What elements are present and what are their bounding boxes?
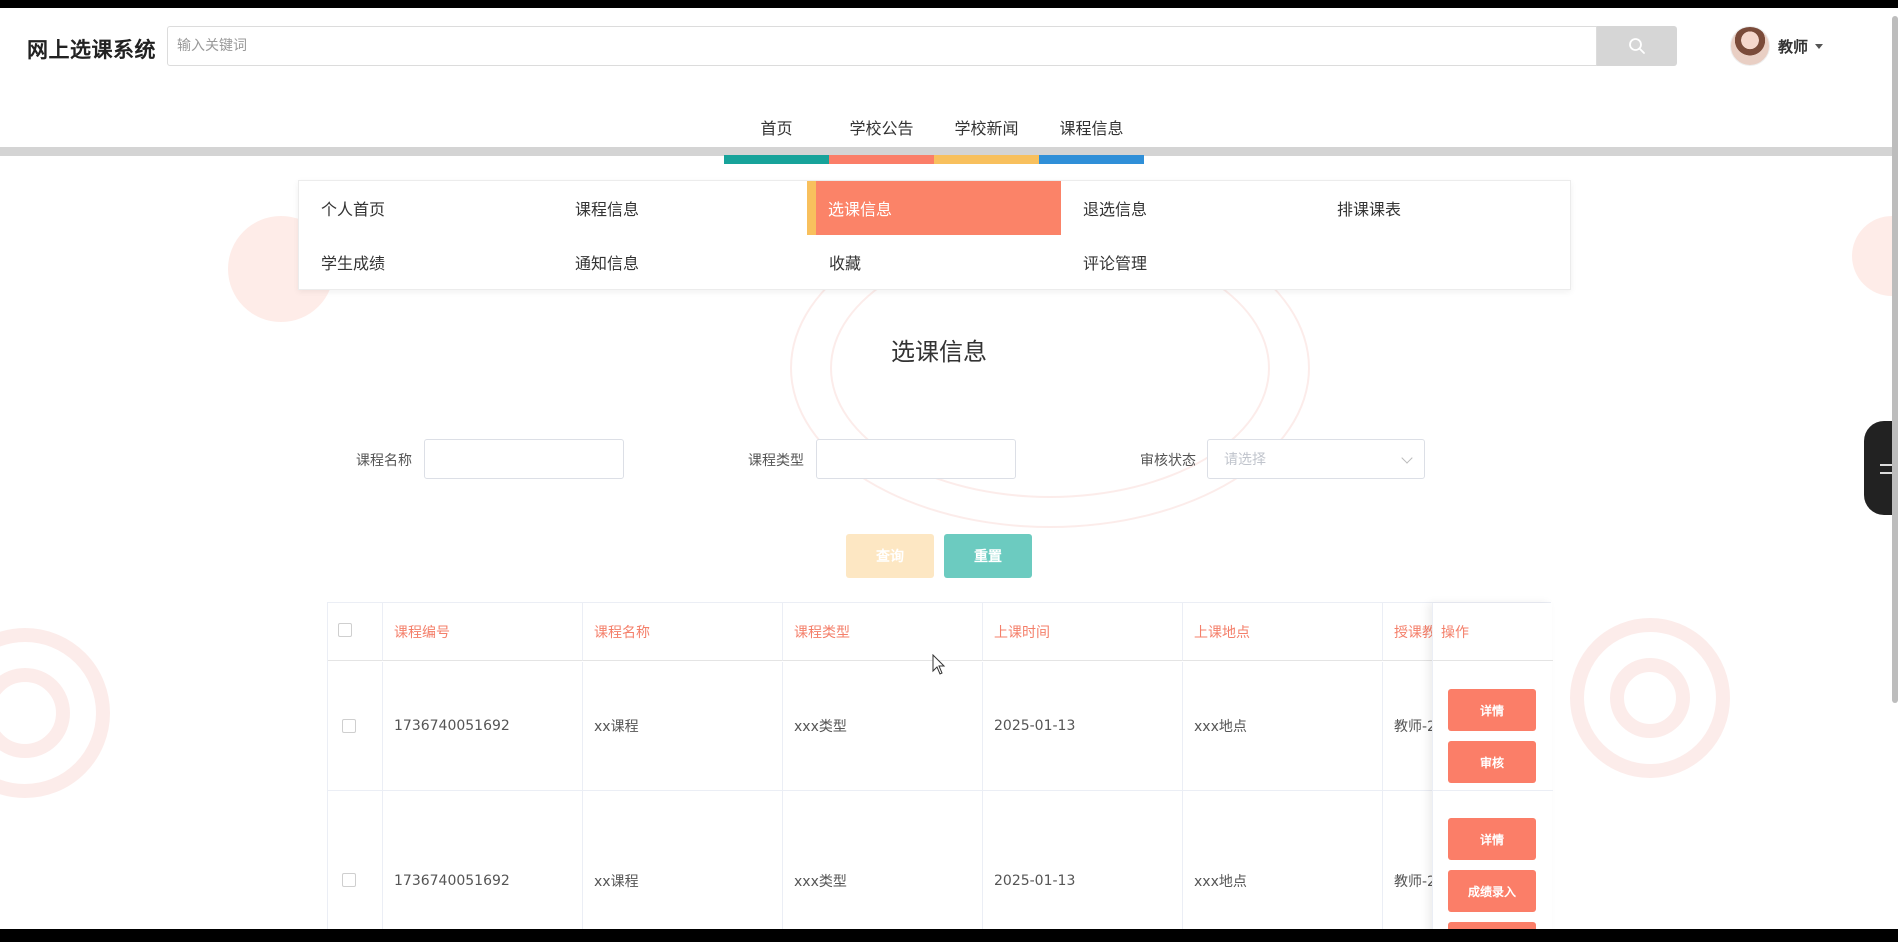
topnav-underline (1039, 155, 1144, 164)
course-name-label: 课程名称 (356, 453, 412, 469)
search-button[interactable] (1597, 26, 1677, 66)
table-cell: xx课程 (583, 791, 783, 929)
grade-entry-button[interactable]: 成绩录入 (1448, 870, 1536, 912)
topnav-underline (829, 155, 934, 164)
topnav-news[interactable]: 学校新闻 (934, 106, 1039, 164)
table-cell: xxx类型 (783, 791, 983, 929)
menu-item-withdraw[interactable]: 退选信息 (1061, 181, 1315, 235)
topnav-label: 首页 (760, 119, 793, 138)
header: 网上选课系统 教师 (0, 8, 1898, 88)
audit-status-select[interactable]: 请选择 (1207, 439, 1425, 479)
search-box[interactable] (167, 26, 1597, 66)
table-cell: xxx地点 (1183, 791, 1383, 929)
column-header[interactable]: 课程名称 (583, 603, 783, 661)
table-cell: xxx类型 (783, 662, 983, 790)
topnav-label: 课程信息 (1059, 119, 1124, 138)
topnav-home[interactable]: 首页 (724, 106, 829, 164)
select-all-cell (328, 603, 383, 661)
table-cell: 1736740051692 (383, 791, 583, 929)
column-header[interactable]: 课程编号 (383, 603, 583, 661)
column-header[interactable]: 课程类型 (783, 603, 983, 661)
row-checkbox[interactable] (342, 719, 356, 733)
audit-button[interactable]: 审核 (1448, 741, 1536, 783)
row-divider (1433, 790, 1553, 791)
menu-item-notices[interactable]: 通知信息 (553, 235, 807, 289)
page-title: 选课信息 (891, 338, 987, 366)
more-action-button[interactable] (1448, 922, 1536, 929)
course-name-input[interactable] (424, 439, 624, 479)
select-all-checkbox[interactable] (338, 623, 352, 637)
caret-down-icon (1815, 43, 1824, 49)
row-checkbox[interactable] (342, 873, 356, 887)
search-input[interactable] (168, 27, 1596, 65)
user-name[interactable]: 教师 (1778, 36, 1808, 57)
table-cell: xxx地点 (1183, 662, 1383, 790)
detail-button[interactable]: 详情 (1448, 689, 1536, 731)
menu-item-courses[interactable]: 课程信息 (553, 181, 807, 235)
table-cell: 1736740051692 (383, 662, 583, 790)
user-menu[interactable]: 教师 (1730, 25, 1824, 67)
topnav-courses[interactable]: 课程信息 (1039, 106, 1144, 164)
menu-item-selection[interactable]: 选课信息 (807, 181, 1061, 235)
scrollbar[interactable] (1892, 16, 1898, 703)
operations-header: 操作 (1433, 603, 1553, 661)
chevron-down-icon (1401, 452, 1413, 464)
reset-button[interactable]: 重置 (944, 534, 1032, 578)
course-type-label: 课程类型 (748, 453, 804, 469)
selection-table: 课程编号 课程名称 课程类型 上课时间 上课地点 授课教 17367400516… (327, 602, 1553, 929)
table-cell: 2025-01-13 (983, 791, 1183, 929)
page: 网上选课系统 教师 首页 学校公告 学校新闻 课程信息 个人 (0, 8, 1898, 929)
query-button[interactable]: 查询 (846, 534, 934, 578)
detail-button[interactable]: 详情 (1448, 818, 1536, 860)
column-header[interactable]: 上课时间 (983, 603, 1183, 661)
topnav-underline (934, 155, 1039, 164)
row-select-cell (328, 662, 383, 790)
topnav-label: 学校公告 (849, 119, 914, 138)
decor-ring (1570, 618, 1730, 778)
menu-item-favorites[interactable]: 收藏 (807, 235, 1061, 289)
mouse-cursor-icon (932, 654, 946, 675)
decor-ring (0, 668, 70, 758)
audit-status-placeholder: 请选择 (1224, 452, 1266, 468)
user-center-menu: 个人首页 课程信息 选课信息 退选信息 排课课表 学生成绩 通知信息 收藏 评论… (298, 180, 1571, 290)
audit-status-label: 审核状态 (1140, 453, 1196, 469)
course-type-input[interactable] (816, 439, 1016, 479)
operations-column: 操作 详情 审核 详情 成绩录入 (1432, 603, 1553, 929)
avatar[interactable] (1730, 26, 1770, 66)
table-cell: 2025-01-13 (983, 662, 1183, 790)
decor-ring (0, 628, 110, 798)
menu-item-grades[interactable]: 学生成绩 (299, 235, 553, 289)
topnav-announcements[interactable]: 学校公告 (829, 106, 934, 164)
row-select-cell (328, 791, 383, 929)
topnav-label: 学校新闻 (954, 119, 1019, 138)
menu-item-schedule[interactable]: 排课课表 (1315, 181, 1569, 235)
site-logo[interactable]: 网上选课系统 (27, 34, 156, 64)
decor-ring (1610, 658, 1690, 738)
menu-item-home[interactable]: 个人首页 (299, 181, 553, 235)
topnav-underline (724, 155, 829, 164)
column-header[interactable]: 上课地点 (1183, 603, 1383, 661)
search-icon (1629, 38, 1645, 54)
table-cell: xx课程 (583, 662, 783, 790)
menu-item-comments[interactable]: 评论管理 (1061, 235, 1315, 289)
